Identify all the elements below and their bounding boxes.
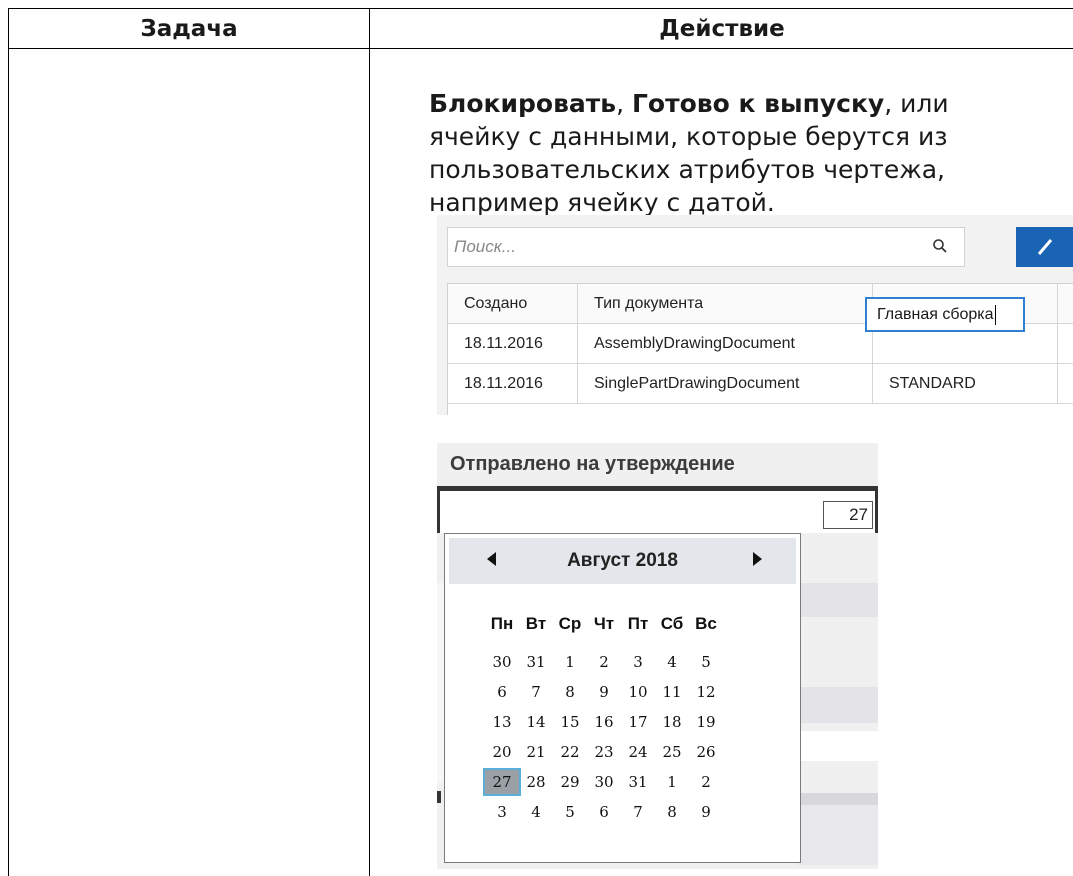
calendar-day[interactable]: 19 bbox=[689, 710, 723, 734]
calendar-day[interactable]: 28 bbox=[519, 770, 553, 794]
text-line-3: пользовательских атрибутов чертежа, bbox=[429, 155, 945, 184]
background-row bbox=[797, 805, 878, 865]
header-action: Действие bbox=[659, 16, 785, 42]
background-row bbox=[797, 731, 878, 761]
search-icon[interactable] bbox=[932, 238, 948, 254]
calendar-day[interactable]: 15 bbox=[553, 710, 587, 734]
column-divider bbox=[369, 9, 370, 876]
calendar-day[interactable]: 23 bbox=[587, 740, 621, 764]
calendar-day[interactable]: 7 bbox=[621, 800, 655, 824]
calendar-day[interactable]: 30 bbox=[587, 770, 621, 794]
calendar-day[interactable]: 13 bbox=[485, 710, 519, 734]
name-edit-value: Главная сборка bbox=[877, 305, 994, 323]
calendar-day[interactable]: 21 bbox=[519, 740, 553, 764]
col-header-doc-type[interactable]: Тип документа bbox=[578, 284, 873, 324]
date-input[interactable] bbox=[440, 491, 820, 531]
pencil-icon bbox=[1037, 239, 1053, 255]
calendar-day[interactable]: 26 bbox=[689, 740, 723, 764]
text-caret bbox=[994, 304, 996, 325]
cell-doc-type: SinglePartDrawingDocument bbox=[578, 364, 873, 404]
calendar-day[interactable]: 6 bbox=[485, 680, 519, 704]
col-header-created[interactable]: Создано bbox=[448, 284, 578, 324]
weekday-label: Ср bbox=[558, 614, 582, 633]
calendar-day[interactable]: 31 bbox=[519, 650, 553, 674]
calendar-day[interactable]: 2 bbox=[587, 650, 621, 674]
calendar-popup: Август 2018 Пн Вт Ср Чт Пт Сб Вс 30 31 1 2 3 4 5 6 7 8 9… bbox=[444, 533, 801, 863]
calendar-day[interactable]: 1 bbox=[553, 650, 587, 674]
name-edit-field[interactable]: Главная сборка bbox=[865, 297, 1025, 332]
calendar-day[interactable]: 11 bbox=[655, 680, 689, 704]
term-block: Блокировать bbox=[429, 89, 617, 118]
weekday-label: Пт bbox=[627, 614, 649, 633]
text-line-4: например ячейку с датой. bbox=[429, 188, 775, 217]
term-ready-for-release: Готово к выпуску bbox=[632, 89, 885, 118]
col-header-more[interactable]: I bbox=[1058, 284, 1073, 324]
edit-button[interactable] bbox=[1016, 227, 1073, 267]
weekday-label: Чт bbox=[593, 614, 615, 633]
field-label: Отправлено на утверждение bbox=[450, 453, 735, 475]
header-task: Задача bbox=[140, 16, 238, 42]
month-label: Август 2018 bbox=[567, 550, 678, 571]
background-row bbox=[797, 793, 878, 805]
calendar-day[interactable]: 31 bbox=[621, 770, 655, 794]
calendar-day[interactable]: 3 bbox=[485, 800, 519, 824]
weekday-label: Пн bbox=[490, 614, 514, 633]
cell-extra bbox=[1058, 364, 1073, 404]
cell-doc-type: AssemblyDrawingDocument bbox=[578, 324, 873, 364]
calendar-day[interactable]: 16 bbox=[587, 710, 621, 734]
prev-month-icon[interactable] bbox=[487, 552, 496, 566]
background-row bbox=[797, 687, 878, 723]
action-description: Блокировать, Готово к выпуску, или ячейк… bbox=[429, 87, 1029, 219]
weekday-label: Вт bbox=[525, 614, 547, 633]
calendar-day[interactable]: 24 bbox=[621, 740, 655, 764]
calendar-day[interactable]: 4 bbox=[519, 800, 553, 824]
background-edge bbox=[437, 583, 444, 783]
calendar-button[interactable]: 27 bbox=[823, 501, 873, 529]
cell-created: 18.11.2016 bbox=[448, 364, 578, 404]
weekday-label: Сб bbox=[660, 614, 684, 633]
calendar-header: Август 2018 bbox=[449, 538, 796, 584]
next-month-icon[interactable] bbox=[753, 552, 762, 566]
weekday-label: Вс bbox=[695, 614, 717, 633]
text-line-2: ячейку с данными, которые берутся из bbox=[429, 122, 948, 151]
cell-extra bbox=[1058, 324, 1073, 364]
table-row[interactable]: 18.11.2016 SinglePartDrawingDocument STA… bbox=[448, 364, 1073, 404]
calendar-day[interactable]: 14 bbox=[519, 710, 553, 734]
search-input[interactable] bbox=[454, 228, 924, 266]
calendar-day[interactable]: 1 bbox=[655, 770, 689, 794]
calendar-day[interactable]: 6 bbox=[587, 800, 621, 824]
calendar-day[interactable]: 9 bbox=[587, 680, 621, 704]
calendar-day[interactable]: 18 bbox=[655, 710, 689, 734]
date-attribute-screenshot: Отправлено на утверждение 27 Август 2018… bbox=[437, 443, 878, 869]
calendar-day[interactable]: 8 bbox=[553, 680, 587, 704]
document-list-screenshot: Создано Тип документа Имя I 18.11.2016 A… bbox=[437, 215, 1073, 415]
calendar-day[interactable]: 5 bbox=[553, 800, 587, 824]
weekday-row: Пн Вт Ср Чт Пт Сб Вс bbox=[445, 614, 802, 638]
separator: , bbox=[616, 89, 632, 118]
calendar-day[interactable]: 3 bbox=[621, 650, 655, 674]
date-field: 27 bbox=[437, 491, 878, 533]
calendar-day[interactable]: 20 bbox=[485, 740, 519, 764]
calendar-day[interactable]: 30 bbox=[485, 650, 519, 674]
background-edge bbox=[437, 791, 441, 803]
calendar-day[interactable]: 25 bbox=[655, 740, 689, 764]
cell-name: STANDARD bbox=[873, 364, 1058, 404]
calendar-day[interactable]: 2 bbox=[689, 770, 723, 794]
calendar-day[interactable]: 22 bbox=[553, 740, 587, 764]
calendar-day[interactable]: 7 bbox=[519, 680, 553, 704]
background-row bbox=[797, 583, 878, 617]
search-box bbox=[447, 227, 965, 267]
calendar-day[interactable]: 9 bbox=[689, 800, 723, 824]
cell-created: 18.11.2016 bbox=[448, 324, 578, 364]
calendar-day[interactable]: 5 bbox=[689, 650, 723, 674]
calendar-day[interactable]: 17 bbox=[621, 710, 655, 734]
calendar-day[interactable]: 10 bbox=[621, 680, 655, 704]
calendar-day[interactable]: 29 bbox=[553, 770, 587, 794]
calendar-day[interactable]: 4 bbox=[655, 650, 689, 674]
text-or: , или bbox=[884, 89, 949, 118]
calendar-day-selected[interactable]: 27 bbox=[483, 768, 521, 796]
calendar-day[interactable]: 8 bbox=[655, 800, 689, 824]
calendar-day[interactable]: 12 bbox=[689, 680, 723, 704]
